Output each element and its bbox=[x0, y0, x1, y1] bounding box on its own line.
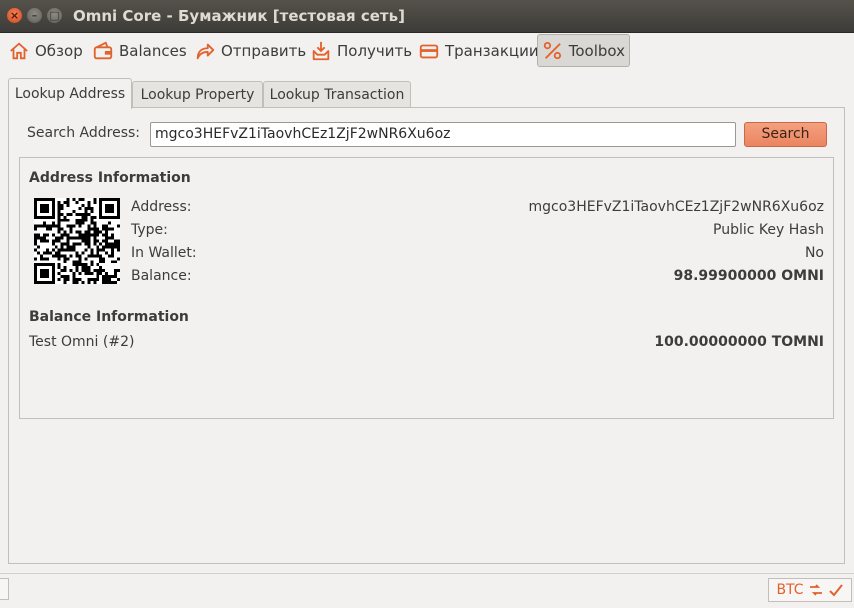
address-info-title: Address Information bbox=[29, 170, 191, 186]
transactions-icon bbox=[419, 44, 439, 58]
wallet-icon bbox=[93, 40, 113, 59]
balance-info-title: Balance Information bbox=[29, 309, 189, 325]
window-title: Omni Core - Бумажник [тестовая сеть] bbox=[73, 7, 405, 25]
home-icon bbox=[10, 41, 28, 59]
property-balance: 100.00000000 TOMNI bbox=[654, 334, 824, 350]
receive-icon bbox=[312, 41, 330, 60]
network-connections-icon[interactable] bbox=[808, 582, 824, 598]
window-minimize-button[interactable]: – bbox=[27, 8, 42, 23]
tab-lookup-transaction[interactable]: Lookup Transaction bbox=[263, 81, 411, 108]
in-wallet-value: No bbox=[804, 245, 824, 261]
status-indicators: BTC bbox=[768, 578, 852, 602]
type-value: Public Key Hash bbox=[713, 222, 824, 238]
unit-label[interactable]: BTC bbox=[776, 582, 803, 598]
toolbar-overview-label: Обзор bbox=[35, 41, 83, 60]
toolbar-overview-button[interactable]: Обзор bbox=[4, 34, 87, 67]
in-wallet-label: In Wallet: bbox=[131, 245, 197, 261]
toolbar-receive-button[interactable]: Получить bbox=[306, 34, 416, 67]
property-name: Test Omni (#2) bbox=[29, 334, 135, 350]
toolbar-balances-label: Balances bbox=[119, 41, 187, 60]
search-address-input[interactable]: mgco3HEFvZ1iTaovhCEz1ZjF2wNR6Xu6oz bbox=[150, 122, 736, 147]
tab-lookup-address-label: Lookup Address bbox=[14, 86, 126, 102]
results-group bbox=[19, 157, 834, 419]
window-titlebar: × – □ Omni Core - Бумажник [тестовая сет… bbox=[0, 0, 854, 33]
tab-lookup-transaction-label: Lookup Transaction bbox=[269, 87, 405, 103]
toolbar-transactions-button[interactable]: Транзакции bbox=[414, 34, 543, 67]
synced-check-icon bbox=[828, 584, 843, 597]
qr-code-image bbox=[34, 198, 120, 284]
toolbar-send-label: Отправить bbox=[221, 41, 307, 60]
tab-lookup-property[interactable]: Lookup Property bbox=[132, 81, 263, 108]
tab-lookup-property-label: Lookup Property bbox=[140, 87, 255, 103]
balance-value: 98.99900000 OMNI bbox=[673, 268, 824, 284]
window-maximize-button[interactable]: □ bbox=[47, 8, 62, 23]
balance-label: Balance: bbox=[131, 268, 192, 284]
toolbar-send-button[interactable]: Отправить bbox=[190, 34, 310, 67]
send-icon bbox=[196, 43, 215, 59]
type-label: Type: bbox=[131, 222, 168, 238]
toolbar-receive-label: Получить bbox=[337, 41, 413, 60]
address-label: Address: bbox=[131, 199, 192, 215]
toolbar-toolbox-button[interactable]: Toolbox bbox=[537, 34, 630, 67]
search-button[interactable]: Search bbox=[744, 122, 827, 147]
window-close-button[interactable]: × bbox=[7, 8, 22, 23]
toolbar-toolbox-label: Toolbox bbox=[568, 41, 625, 60]
address-value: mgco3HEFvZ1iTaovhCEz1ZjF2wNR6Xu6oz bbox=[528, 199, 825, 215]
toolbar-transactions-label: Транзакции bbox=[445, 41, 539, 60]
main-toolbar: Обзор Balances Отправить Получить Транза… bbox=[0, 33, 854, 71]
tools-icon bbox=[543, 41, 562, 59]
tab-lookup-address[interactable]: Lookup Address bbox=[8, 78, 132, 109]
status-bar: BTC bbox=[0, 573, 854, 608]
status-progress-area bbox=[0, 578, 9, 600]
search-address-label: Search Address: bbox=[27, 125, 141, 141]
toolbar-balances-button[interactable]: Balances bbox=[88, 34, 191, 67]
